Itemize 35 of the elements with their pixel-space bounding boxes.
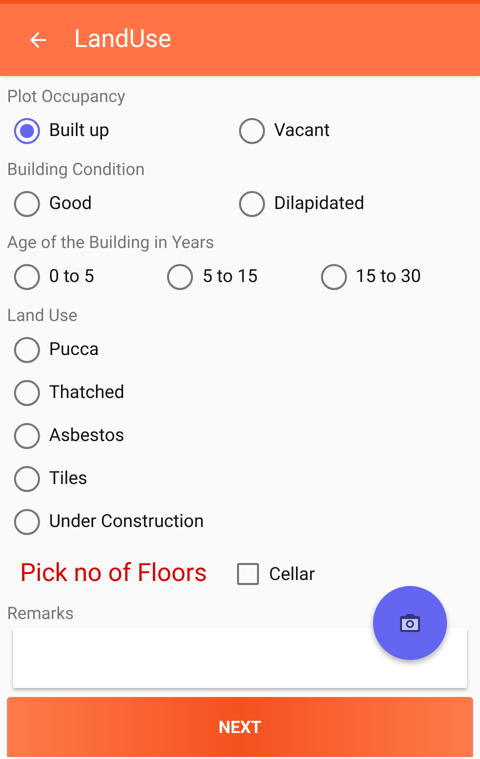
radio-button[interactable] [239,190,265,216]
radio-button[interactable] [167,264,194,290]
option-label[interactable]: Dilapidated [274,190,364,217]
option-label[interactable]: Built up [49,117,110,144]
radio-button[interactable] [14,190,40,216]
option-label[interactable]: 15 to 30 [356,263,422,290]
remarks-field[interactable] [13,628,467,688]
camera-icon [398,611,422,635]
option-label[interactable]: Pucca [49,336,99,363]
radio-button[interactable] [14,380,40,406]
remarks-label: Remarks [7,603,74,626]
option-label[interactable]: Asbestos [49,422,124,449]
option-label[interactable]: Under Construction [49,508,204,535]
radio-button[interactable] [14,422,40,448]
option-label[interactable]: 5 to 15 [202,263,258,290]
pick-floors-link[interactable]: Pick no of Floors [20,555,208,593]
radio-button[interactable] [239,118,265,144]
option-label[interactable]: Good [49,190,92,217]
group-label: Building Condition [7,159,146,182]
group-label: Age of the Building in Years [7,232,216,255]
option-label[interactable]: Tiles [49,465,88,492]
option-label[interactable]: Vacant [274,117,330,144]
radio-button[interactable] [14,336,40,362]
camera-button[interactable] [373,586,447,660]
screen-title: LandUse [74,24,172,56]
radio-button[interactable] [14,466,40,492]
group-label: Land Use [7,305,78,328]
radio-button[interactable] [14,508,40,534]
radio-button[interactable] [14,118,40,144]
cellar-checkbox[interactable]: Cellar [237,560,315,588]
radio-button[interactable] [14,264,40,290]
option-label[interactable]: 0 to 5 [49,263,94,290]
radio-button[interactable] [320,264,347,290]
group-label: Plot Occupancy [7,86,126,109]
option-label[interactable]: Thatched [49,379,124,406]
